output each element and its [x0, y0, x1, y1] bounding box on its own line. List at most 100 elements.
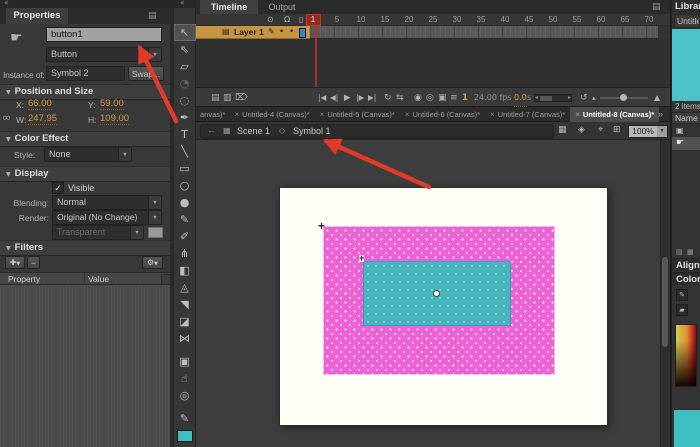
timeline-scrollbar[interactable]: ◂ ▸	[534, 94, 572, 102]
go-to-first-frame-button[interactable]: |◀	[318, 88, 326, 108]
new-layer-button[interactable]: ▤	[211, 88, 220, 108]
edit-symbols-icon[interactable]: ◈	[578, 125, 585, 135]
tab-overflow-icon[interactable]: »	[658, 109, 663, 119]
free-transform-tool[interactable]: ▱	[174, 58, 196, 75]
eraser-tool[interactable]: ◪	[174, 313, 196, 330]
timeline-ruler[interactable]: 1510152025303540455055606570	[0, 15, 700, 26]
w-value[interactable]: 247.95	[28, 113, 57, 125]
section-color-effect[interactable]: ▼Color Effect	[0, 131, 170, 147]
render-dropdown[interactable]: Original (No Change) ▼	[52, 210, 162, 225]
tab-output[interactable]: Output	[260, 0, 304, 14]
center-stage-icon[interactable]: ⌖	[598, 125, 603, 135]
oval-tool[interactable]: ○	[174, 177, 196, 194]
collapse-tools-icon[interactable]: «	[180, 0, 185, 7]
toolbar-options[interactable]: ▣	[174, 353, 196, 370]
width-tool[interactable]: ⋈	[174, 330, 196, 347]
stage[interactable]: + +	[279, 187, 608, 426]
current-fill-color-swatch[interactable]	[674, 410, 700, 447]
pen-tool[interactable]: ✒	[174, 109, 196, 126]
blending-dropdown[interactable]: Normal ▼	[52, 195, 162, 210]
library-name-column-header[interactable]: Name	[672, 112, 700, 124]
layer-outline-color-swatch[interactable]	[299, 28, 306, 38]
selection-tool[interactable]: ↖	[174, 24, 196, 41]
elapsed-time-value[interactable]: 0.0	[514, 89, 527, 107]
collapse-panel-icon[interactable]: «	[4, 0, 9, 7]
y-value[interactable]: 59.00	[100, 98, 124, 110]
document-tab-partial[interactable]: anvas)*	[196, 107, 229, 122]
frames-strip[interactable]	[310, 26, 658, 39]
timeline-zoom-out-icon[interactable]: ▴	[592, 88, 596, 108]
edit-multiple-frames-button[interactable]: ▣	[438, 88, 447, 108]
breadcrumb-symbol[interactable]: Symbol 1	[293, 126, 331, 136]
oval-primitive-tool[interactable]: ●	[174, 194, 196, 211]
instance-name-input[interactable]: button1	[46, 27, 162, 42]
modify-markers-button[interactable]: ≡	[450, 88, 458, 108]
library-item-symbol2-selected[interactable]: ☛	[672, 137, 700, 150]
lasso-tool[interactable]: ◌	[174, 92, 196, 109]
go-to-last-frame-button[interactable]: ▶|	[368, 88, 376, 108]
layer-name[interactable]: Layer 1	[234, 27, 264, 37]
close-tab-icon[interactable]: ×	[405, 110, 410, 119]
onion-skin-outlines-button[interactable]: ◎	[426, 88, 434, 108]
section-display[interactable]: ▼Display	[0, 166, 170, 182]
scrollbar-thumb[interactable]	[540, 96, 552, 101]
grid-icon[interactable]: ⊞	[613, 125, 621, 135]
section-position-size[interactable]: ▼Position and Size	[0, 84, 170, 100]
timeline-zoom-in-icon[interactable]: ▲	[654, 88, 660, 108]
scroll-right-icon[interactable]: ▸	[568, 95, 571, 101]
symbol-type-dropdown[interactable]: Button ▼	[46, 47, 162, 62]
loop-button[interactable]: ↻	[384, 88, 392, 108]
step-back-button[interactable]: ◀|	[330, 88, 338, 108]
fill-color-button[interactable]: ▰	[676, 304, 688, 316]
close-tab-icon[interactable]: ×	[320, 110, 325, 119]
document-tab-5[interactable]: ×Untitled-5 (Canvas)*	[315, 107, 400, 122]
scrollbar-thumb[interactable]	[662, 257, 668, 347]
layer-lock-dot[interactable]: •	[290, 26, 293, 36]
swap-button[interactable]: Swap...	[128, 66, 164, 81]
visible-checkbox[interactable]: ✓	[52, 182, 64, 194]
document-tab-4[interactable]: ×Untitled-4 (Canvas)*	[229, 107, 314, 122]
style-dropdown[interactable]: None ▼	[44, 147, 132, 162]
loop-range-button[interactable]: ⇆	[396, 88, 404, 108]
section-filters[interactable]: ▼Filters	[0, 240, 170, 256]
library-item-symbol1[interactable]: ▣	[672, 124, 700, 137]
timeline-zoom-slider-knob[interactable]	[620, 94, 627, 101]
brush-tool[interactable]: ✐	[174, 228, 196, 245]
document-tab-7[interactable]: ×Untitled-7 (Canvas)*	[485, 107, 570, 122]
add-filter-button[interactable]: ✚▼	[5, 256, 25, 269]
zoom-tool[interactable]: ◎	[174, 387, 196, 404]
x-value[interactable]: 66.00	[28, 98, 52, 110]
play-button[interactable]: ▶	[344, 88, 351, 108]
document-tab-6[interactable]: ×Untitled-6 (Canvas)*	[400, 107, 485, 122]
stage-zoom-dropdown[interactable]: 100% ▼	[628, 125, 668, 138]
reset-timeline-zoom-button[interactable]: ↺	[580, 88, 588, 108]
canvas-pasteboard[interactable]: + +	[196, 140, 660, 447]
tab-color-panel[interactable]: Color	[672, 272, 700, 285]
breadcrumb-scene[interactable]: Scene 1	[237, 126, 270, 136]
back-icon[interactable]: ←	[207, 125, 216, 135]
layer-visibility-dot[interactable]: •	[280, 26, 283, 36]
rectangle-tool[interactable]: ▭	[174, 160, 196, 177]
pencil-tool[interactable]: ✎	[174, 211, 196, 228]
bone-tool[interactable]: ⋔	[174, 245, 196, 262]
hand-tool[interactable]: ☝	[174, 370, 196, 387]
link-wh-icon[interactable]: ∞	[2, 111, 11, 124]
close-tab-icon[interactable]: ×	[234, 110, 239, 119]
text-tool[interactable]: T	[174, 126, 196, 143]
panel-menu-icon[interactable]: ▤	[652, 2, 661, 12]
library-panel-title[interactable]: Library	[672, 0, 700, 13]
close-tab-icon[interactable]: ×	[490, 110, 495, 119]
eyedropper-tool[interactable]: ◥	[174, 296, 196, 313]
h-value[interactable]: 109.00	[100, 113, 129, 125]
filter-options-button[interactable]: ⚙▼	[142, 256, 163, 269]
ink-bottle-tool[interactable]: ◬	[174, 279, 196, 296]
edit-scene-icon[interactable]: ▦	[558, 125, 567, 135]
subselection-tool[interactable]: ⇖	[174, 41, 196, 58]
remove-filter-button[interactable]: −	[27, 256, 40, 269]
delete-layer-button[interactable]: ⌦	[235, 88, 248, 108]
tab-timeline[interactable]: Timeline	[200, 0, 258, 14]
close-tab-icon[interactable]: ×	[575, 110, 580, 119]
onion-skin-button[interactable]: ◉	[414, 88, 422, 108]
stroke-color-button[interactable]: ✎	[676, 289, 688, 301]
frame-rate-value[interactable]: 24.00 fps	[474, 88, 512, 108]
